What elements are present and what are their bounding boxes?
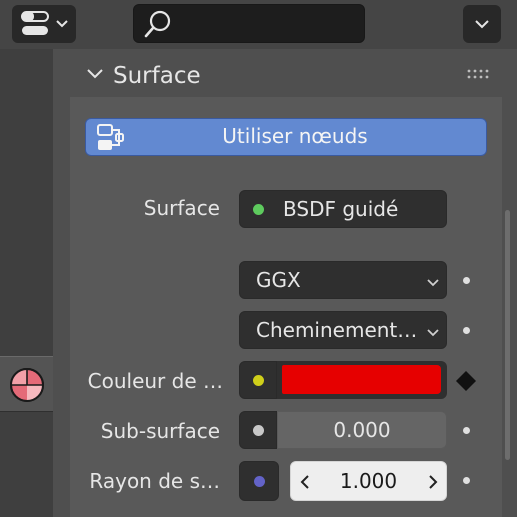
keyframe-diamond-icon[interactable]: [454, 370, 478, 392]
base-color-field[interactable]: [277, 361, 447, 399]
surface-label: Surface: [143, 196, 220, 220]
subsurface-radius-value: 1.000: [339, 469, 398, 493]
distribution-dropdown[interactable]: GGX: [239, 261, 447, 299]
material-icon: [10, 368, 44, 402]
use-nodes-label: Utiliser nœuds: [222, 124, 368, 148]
subsurface-value: 0.000: [333, 418, 391, 442]
subsurface-radius-label: Rayon de s…: [89, 469, 220, 493]
base-color-label: Couleur de …: [87, 369, 223, 393]
keyframe-dot-icon[interactable]: [463, 327, 470, 334]
scrollbar[interactable]: [505, 210, 510, 460]
color-swatch: [282, 365, 441, 394]
chevron-down-icon: [56, 20, 68, 28]
increment-arrow-icon[interactable]: [427, 474, 439, 490]
search-input[interactable]: [133, 4, 365, 43]
chevron-down-icon: [427, 329, 439, 337]
subsurface-slider[interactable]: 0.000: [277, 411, 447, 449]
subsurface-method-dropdown[interactable]: Cheminement…: [239, 311, 447, 349]
keyframe-dot-icon[interactable]: [463, 277, 470, 284]
distribution-value: GGX: [256, 268, 301, 292]
subsurface-radius-socket-button[interactable]: [239, 461, 279, 501]
chevron-down-icon: [475, 20, 489, 29]
subsurface-label: Sub-surface: [100, 419, 220, 443]
subsurface-radius-field[interactable]: 1.000: [290, 461, 447, 501]
color-socket-icon: [253, 375, 264, 386]
shader-socket-icon: [253, 204, 264, 215]
vector-socket-icon: [254, 476, 265, 487]
properties-tab-strip: [0, 49, 53, 517]
surface-panel-body: [70, 97, 502, 517]
value-socket-icon: [253, 425, 264, 436]
subsurface-method-value: Cheminement…: [256, 318, 418, 342]
drag-handle-icon[interactable]: [466, 68, 492, 80]
keyframe-dot-icon[interactable]: [463, 477, 470, 484]
keyframe-dot-icon[interactable]: [463, 427, 470, 434]
material-tab[interactable]: [0, 356, 53, 412]
chevron-down-icon[interactable]: [86, 64, 104, 84]
subsurface-socket-button[interactable]: [239, 411, 277, 449]
chevron-down-icon: [427, 279, 439, 287]
editor-type-button[interactable]: [12, 5, 76, 43]
surface-shader-value: BSDF guidé: [283, 197, 399, 221]
panel-title: Surface: [113, 63, 201, 89]
options-menu-button[interactable]: [463, 5, 501, 43]
base-color-socket-button[interactable]: [239, 361, 277, 399]
surface-shader-button[interactable]: BSDF guidé: [239, 190, 447, 228]
search-icon: [144, 10, 171, 38]
